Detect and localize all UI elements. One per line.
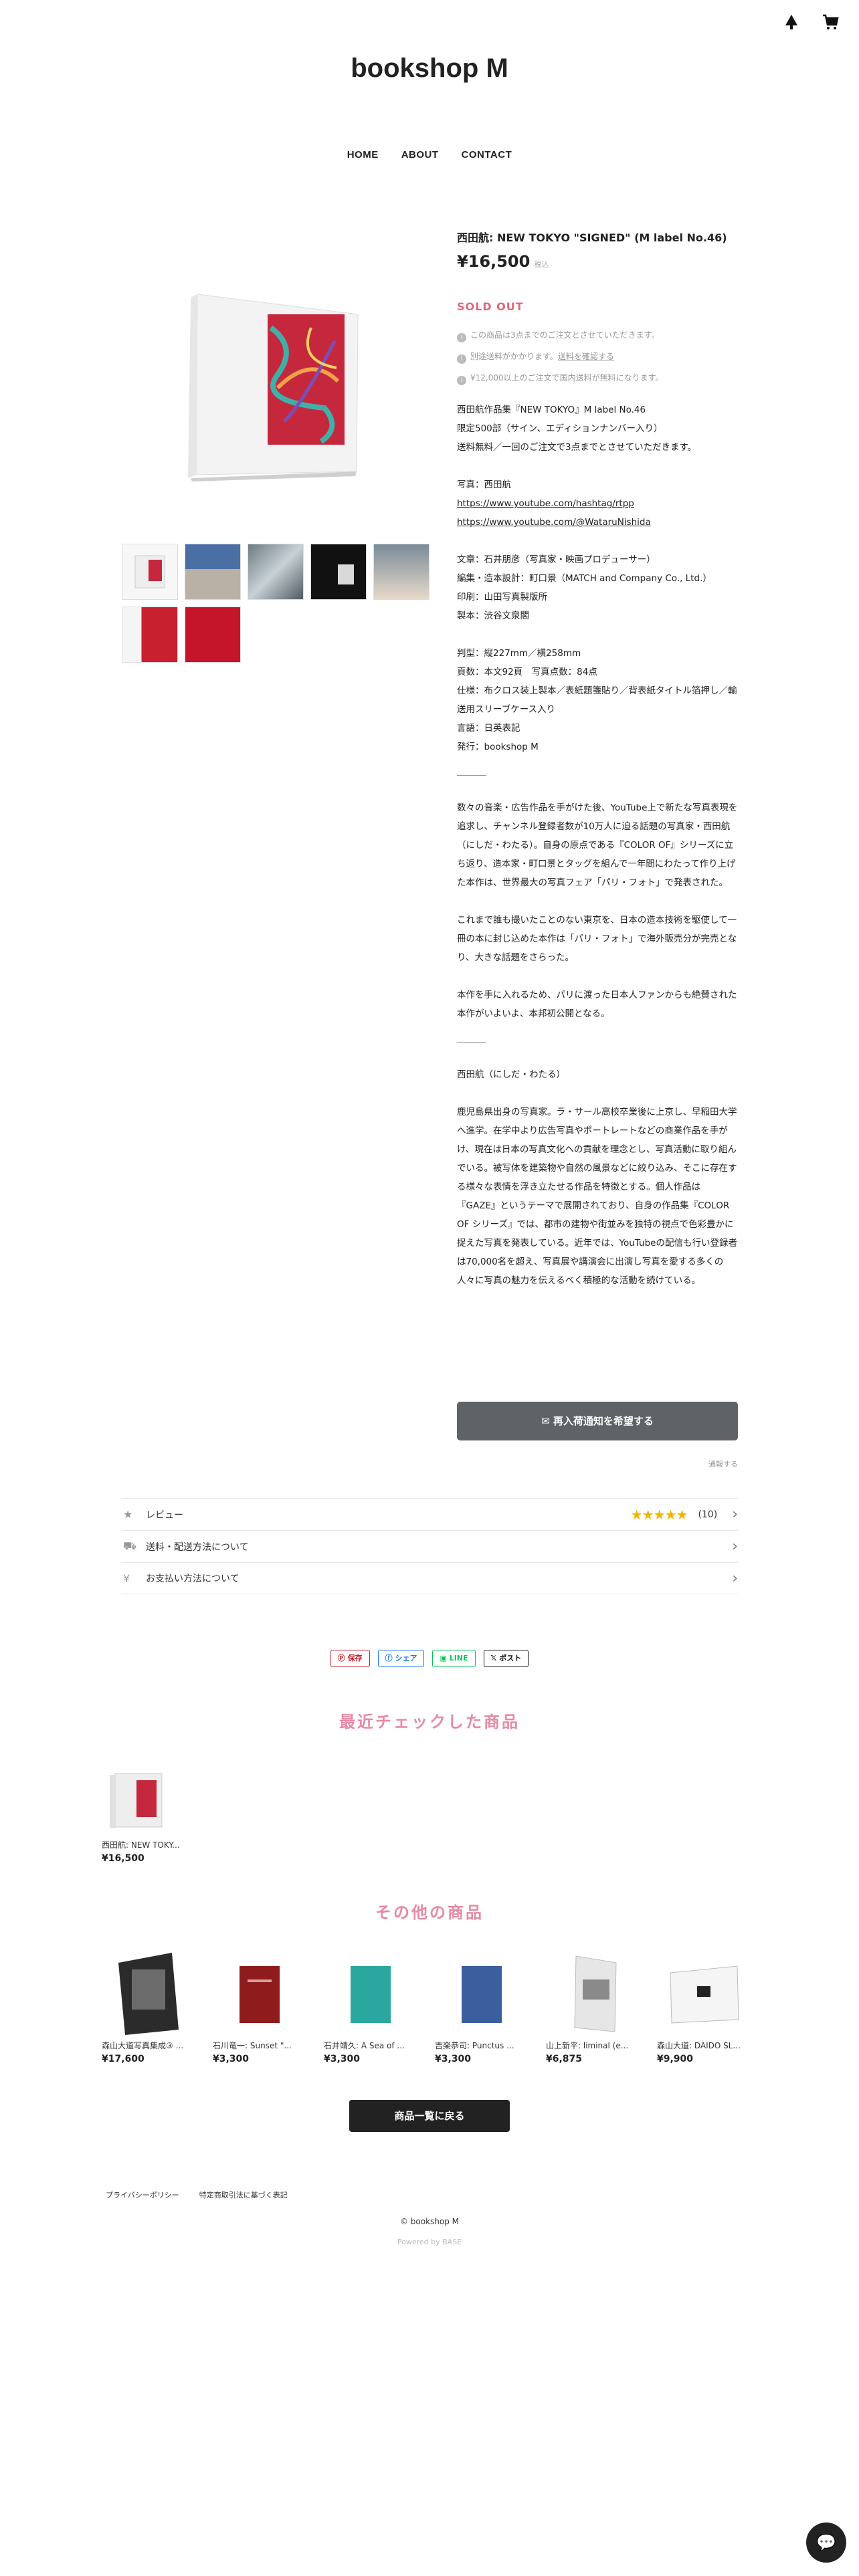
desc-paragraph: これまで誰も撮いたことのない東京を、日本の造本技術を駆使して一冊の本に封じ込めた… — [457, 915, 737, 963]
x-post-button[interactable]: 𝕏 ポスト — [483, 1650, 529, 1667]
tax-label: 税込 — [534, 260, 549, 269]
shipping-link[interactable]: 送料を確認する — [558, 352, 614, 361]
chat-icon: 💬 — [816, 2533, 836, 2552]
truck-icon: ⛟ — [123, 1539, 137, 1552]
divider — [457, 1042, 486, 1043]
info-icon: i — [457, 333, 466, 342]
info-icon: i — [457, 354, 466, 364]
footer-links: プライバシーポリシー 特定商取引法に基づく表記 — [106, 2189, 288, 2200]
chevron-right-icon: › — [732, 1538, 738, 1555]
main-nav: HOME ABOUT CONTACT — [0, 149, 859, 160]
product-card[interactable]: 森山大道写真集成③ ... ¥17,600 — [102, 1946, 195, 2066]
facebook-icon: ⓕ — [385, 1654, 395, 1662]
thumbnail[interactable] — [248, 544, 304, 600]
note-shipping: i 別途送料がかかります。送料を確認する — [457, 346, 738, 367]
facebook-share-button[interactable]: ⓕ シェア — [377, 1650, 425, 1667]
restock-notify-button[interactable]: ✉ 再入荷通知を希望する — [457, 1402, 738, 1440]
desc-paragraph: 数々の音楽・広告作品を手がけた後、YouTube上で新たな写真表現を追求し、チャ… — [457, 802, 738, 888]
line-icon: ▣ — [440, 1654, 450, 1662]
thumbnail[interactable] — [185, 607, 241, 663]
header-icons — [784, 13, 839, 35]
cart-icon[interactable] — [822, 13, 839, 35]
review-count: (10) — [698, 1509, 718, 1520]
coin-icon: ¥ — [123, 1572, 130, 1585]
product-name[interactable]: 西田航: NEW TOKY... — [102, 1839, 195, 1851]
sold-out-label: SOLD OUT — [457, 300, 524, 313]
youtube-link[interactable]: https://www.youtube.com/hashtag/rtpp — [457, 498, 634, 509]
purchase-notes: i この商品は3点までのご注文とさせていただきます。 i 別途送料がかかります。送料… — [457, 324, 738, 389]
product-image[interactable] — [102, 1946, 195, 2040]
nav-home[interactable]: HOME — [347, 149, 379, 160]
nav-contact[interactable]: CONTACT — [462, 149, 512, 160]
desc-block: 西田航作品集『NEW TOKYO』M label No.46 限定500部（サイ… — [457, 405, 697, 453]
shipping-info-row[interactable]: ⛟ 送料・配送方法について › — [122, 1530, 738, 1562]
rating-stars: ★★★★★ — [630, 1506, 688, 1523]
pinterest-icon: Ⓟ — [337, 1654, 348, 1662]
back-to-list-button[interactable]: 商品一覧に戻る — [349, 2100, 510, 2132]
line-share-button[interactable]: ▣ LINE — [432, 1650, 476, 1667]
product-image[interactable] — [213, 1946, 306, 2040]
product-image[interactable] — [546, 1946, 640, 2040]
desc-block: 文章：石井朋彦（写真家・映画プロデューサー） 編集・造本設計：町口景（MATCH… — [457, 554, 712, 621]
product-price: ¥16,500 税込 — [457, 251, 738, 275]
thumbnail[interactable] — [122, 607, 178, 663]
thumbnail[interactable] — [122, 544, 178, 600]
product-image[interactable] — [657, 1946, 751, 2040]
recent-item-image[interactable] — [102, 1765, 169, 1832]
legal-notice-link[interactable]: 特定商取引法に基づく表記 — [199, 2189, 288, 2200]
other-products: 森山大道写真集成③ ... ¥17,600 石川竜一: Sunset "... … — [102, 1946, 757, 2066]
reviews-row[interactable]: ★ レビュー ★★★★★ (10) › — [122, 1498, 738, 1530]
powered-by[interactable]: Powered by BASE — [0, 2238, 859, 2246]
product-card[interactable]: 吉楽恭司: Punctus ... ¥3,300 — [435, 1946, 529, 2066]
product-title: 西田航: NEW TOKYO "SIGNED" (M label No.46) — [457, 231, 727, 244]
note-free-shipping: i ¥12,000以上のご注文で国内送料が無料になります。 — [457, 367, 738, 389]
youtube-channel-link[interactable]: https://www.youtube.com/@WataruNishida — [457, 517, 651, 528]
privacy-policy-link[interactable]: プライバシーポリシー — [106, 2189, 179, 2200]
chevron-right-icon: › — [732, 1506, 738, 1523]
pinterest-save-button[interactable]: Ⓟ 保存 — [330, 1650, 370, 1667]
thumbnail[interactable] — [373, 544, 430, 600]
x-icon: 𝕏 — [490, 1654, 500, 1662]
note-limit: i この商品は3点までのご注文とさせていただきます。 — [457, 324, 738, 346]
product-main-image[interactable] — [177, 288, 371, 481]
product-card[interactable]: 山上新平: liminal (e... ¥6,875 — [546, 1946, 640, 2066]
product-card[interactable]: 石川竜一: Sunset "... ¥3,300 — [213, 1946, 306, 2066]
thumbnail[interactable] — [310, 544, 367, 600]
bio-paragraph: 鹿児島県出身の写真家。ラ・サール高校卒業後に上京し、早稲田大学へ進学。在学中より… — [457, 1107, 737, 1286]
info-icon: i — [457, 376, 466, 385]
bio-name: 西田航（にしだ・わたる） — [457, 1069, 565, 1080]
product-image[interactable] — [435, 1946, 529, 2040]
thumbnail[interactable] — [185, 544, 241, 600]
price-value: ¥16,500 — [457, 252, 531, 271]
share-buttons: Ⓟ 保存 ⓕ シェア ▣ LINE 𝕏 ポスト — [0, 1650, 859, 1667]
product-price: ¥16,500 — [102, 1853, 145, 1864]
product-details: 西田航: NEW TOKYO "SIGNED" (M label No.46) … — [457, 230, 738, 1309]
copyright: © bookshop M — [399, 2217, 460, 2226]
product-description: 西田航作品集『NEW TOKYO』M label No.46 限定500部（サイ… — [457, 401, 738, 1290]
chevron-right-icon: › — [732, 1570, 738, 1587]
product-image[interactable] — [324, 1946, 417, 2040]
product-card[interactable]: 森山大道: DAIDO SL... ¥9,900 — [657, 1946, 751, 2066]
shop-logo[interactable]: bookshop M — [0, 53, 859, 84]
mail-icon: ✉ — [541, 1415, 553, 1427]
recent-item[interactable]: 西田航: NEW TOKY... ¥16,500 — [102, 1765, 195, 1866]
star-icon: ★ — [123, 1508, 133, 1521]
payment-info-row[interactable]: ¥ お支払い方法について › — [122, 1562, 738, 1594]
others-title: その他の商品 — [375, 1903, 484, 1922]
report-link[interactable]: 通報する — [457, 1459, 738, 1469]
user-icon[interactable] — [784, 13, 799, 35]
recent-title: 最近チェックした商品 — [339, 1713, 520, 1731]
product-thumbnails — [122, 544, 431, 663]
info-rows: ★ レビュー ★★★★★ (10) › ⛟ 送料・配送方法について › ¥ お支… — [122, 1498, 738, 1594]
chat-button[interactable]: 💬 — [806, 2523, 846, 2563]
product-card[interactable]: 石井靖久: A Sea of ... ¥3,300 — [324, 1946, 417, 2066]
desc-paragraph: 本作を手に入れるため、パリに渡った日本人ファンからも絶賛された本作がいよいよ、本… — [457, 990, 737, 1019]
desc-block: 判型：縦227mm／横258mm 頁数：本文92頁 写真点数：84点 仕様：布ク… — [457, 648, 737, 752]
divider — [457, 775, 486, 776]
desc-block: 写真：西田航 https://www.youtube.com/hashtag/r… — [457, 479, 651, 528]
nav-about[interactable]: ABOUT — [401, 149, 439, 160]
